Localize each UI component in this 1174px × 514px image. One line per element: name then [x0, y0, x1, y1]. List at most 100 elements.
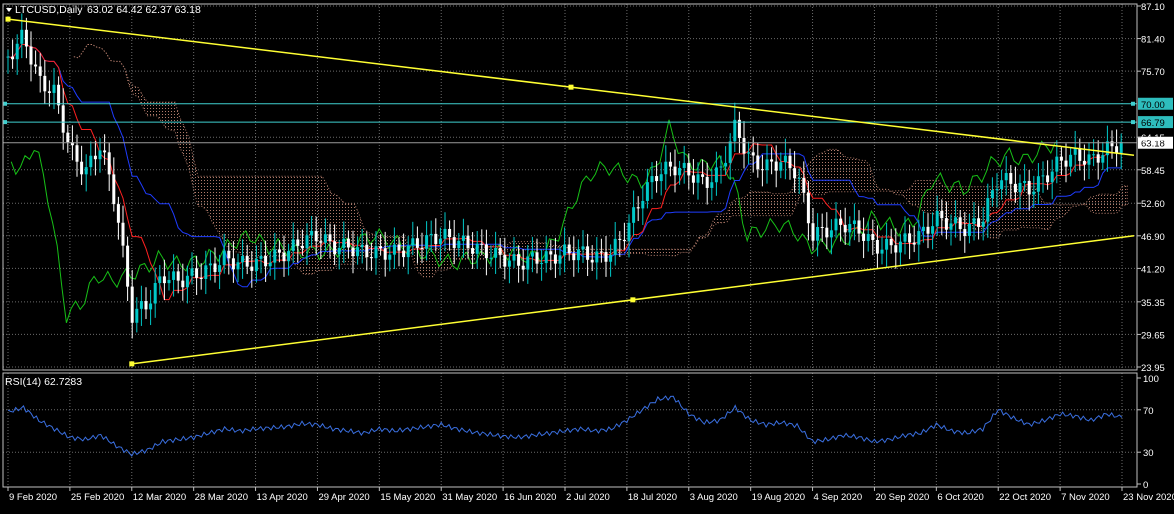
candle-body [797, 177, 801, 179]
candle-body [388, 254, 392, 260]
candle-body [650, 176, 654, 183]
candle-body [1046, 175, 1050, 183]
candle-body [1013, 183, 1017, 193]
price-tick-label: 87.10 [1141, 2, 1165, 13]
trendline-handle[interactable] [5, 16, 11, 22]
candle-body [1096, 154, 1100, 163]
candle-body [967, 223, 971, 236]
candle-body [116, 204, 120, 223]
candle-body [765, 159, 769, 171]
candle-body [310, 230, 314, 236]
candle-body [627, 222, 631, 242]
candle-body [475, 243, 479, 254]
candle-body [609, 254, 613, 262]
candle-body [673, 166, 677, 176]
candle-body [604, 252, 608, 262]
trendline-handle[interactable] [129, 361, 135, 367]
candle-body [461, 235, 465, 241]
candle-body [1064, 160, 1068, 167]
candle-body [687, 162, 691, 176]
candle-body [1036, 176, 1040, 192]
level-price-label: 70.00 [1141, 100, 1165, 111]
level-anchor-handle[interactable] [1131, 120, 1135, 125]
candle-body [112, 174, 116, 205]
date-tick-label: 29 Apr 2020 [318, 492, 369, 503]
candle-body [1050, 171, 1054, 183]
candle-body [397, 244, 401, 251]
candle-body [139, 301, 143, 309]
candle-body [57, 84, 61, 106]
rsi-tick-label: 0 [1143, 480, 1148, 491]
candle-body [986, 198, 990, 222]
candle-body [972, 218, 976, 224]
candle-body [126, 245, 130, 287]
candle-body [360, 244, 364, 248]
chart-root[interactable]: 70.00 66.79 63.18 87.10 81.40 75.70 64.15 58.4… [0, 0, 1174, 509]
candle-body [466, 235, 470, 249]
candle-body [61, 105, 65, 133]
candle-body [429, 233, 433, 236]
candle-body [1092, 154, 1096, 156]
candle-body [990, 190, 994, 199]
trendline-handle[interactable] [630, 297, 636, 303]
candle-body [411, 238, 415, 246]
candle-body [641, 200, 645, 209]
candle-body [977, 218, 981, 227]
candle-body [981, 221, 985, 227]
date-tick-label: 15 May 2020 [380, 492, 435, 503]
candle-body [176, 271, 180, 281]
candle-body [204, 265, 208, 279]
candle-body [949, 223, 953, 230]
candle-body [282, 252, 286, 262]
candle-body [365, 244, 369, 258]
candle-body [866, 234, 870, 241]
candle-body [305, 235, 309, 249]
candle-body [452, 237, 456, 249]
date-tick-label: 7 Nov 2020 [1061, 492, 1110, 503]
candle-body [733, 119, 737, 142]
date-tick-label: 3 Aug 2020 [690, 492, 738, 503]
candle-body [291, 239, 295, 252]
date-tick-label: 9 Feb 2020 [9, 492, 57, 503]
candle-body [576, 249, 580, 261]
candle-body [1119, 141, 1123, 154]
candle-body [93, 155, 97, 160]
candle-body [392, 244, 396, 255]
candle-body [448, 228, 452, 238]
candle-body [714, 167, 718, 183]
trading-chart[interactable]: 70.0066.7963.18 87.1081.4075.7064.1558.4… [0, 0, 1174, 509]
candle-body [383, 248, 387, 260]
candle-body [912, 242, 916, 245]
candle-body [926, 226, 930, 234]
candle-body [691, 175, 695, 183]
candle-body [208, 263, 212, 266]
candle-body [20, 29, 24, 44]
candle-body [507, 260, 511, 267]
candle-body [921, 226, 925, 232]
date-tick-label: 28 Mar 2020 [195, 492, 248, 503]
candle-body [779, 162, 783, 171]
level-anchor-handle[interactable] [3, 120, 7, 125]
level-anchor-handle[interactable] [3, 101, 7, 106]
candle-body [199, 277, 203, 279]
date-tick-label: 2 Jul 2020 [566, 492, 610, 503]
candle-body [586, 246, 590, 260]
candle-body [829, 230, 833, 238]
level-anchor-handle[interactable] [1131, 101, 1135, 106]
candle-body [167, 279, 171, 284]
candle-body [645, 182, 649, 201]
candle-body [213, 263, 217, 272]
candle-body [342, 238, 346, 248]
candle-body [659, 174, 663, 182]
candle-body [728, 141, 732, 163]
trendline-handle[interactable] [568, 84, 574, 90]
candle-body [834, 218, 838, 231]
candle-body [369, 257, 373, 259]
candle-body [314, 230, 318, 242]
candle-body [848, 224, 852, 233]
candle-body [806, 192, 810, 224]
candle-body [374, 246, 378, 259]
candle-body [185, 275, 189, 288]
candle-body [287, 251, 291, 262]
date-tick-label: 13 Apr 2020 [257, 492, 308, 503]
